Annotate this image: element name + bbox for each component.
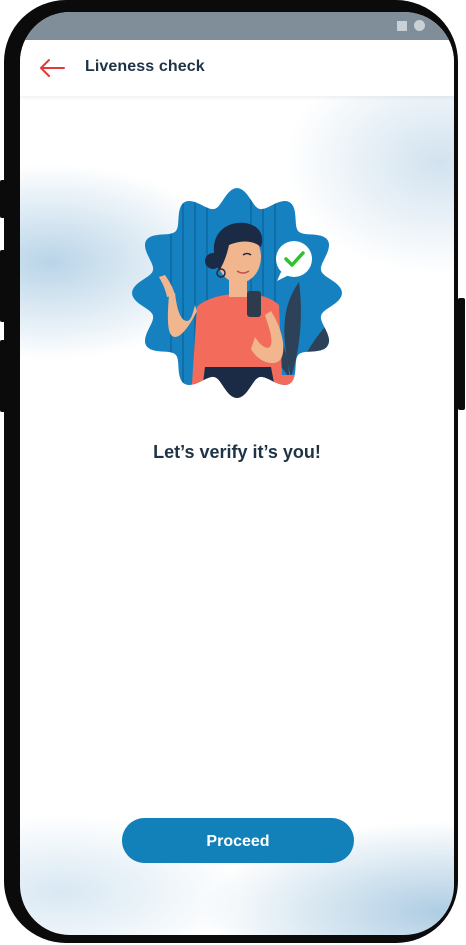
verify-headline: Let’s verify it’s you! — [153, 442, 321, 462]
proceed-button[interactable]: Proceed — [122, 818, 354, 863]
woman-selfie-illustration — [131, 187, 343, 399]
page-title: Liveness check — [85, 58, 205, 75]
status-bar — [20, 12, 454, 40]
app-header: Liveness check — [20, 40, 454, 96]
side-button-right — [458, 298, 465, 410]
phone-screen: Liveness check Let’s verify it’s you! Pr… — [20, 12, 454, 935]
arrow-left-icon — [40, 59, 65, 77]
phone-frame: Liveness check Let’s verify it’s you! Pr… — [4, 0, 458, 943]
circle-icon — [414, 20, 425, 31]
back-button[interactable] — [36, 56, 68, 80]
square-icon — [397, 21, 407, 31]
